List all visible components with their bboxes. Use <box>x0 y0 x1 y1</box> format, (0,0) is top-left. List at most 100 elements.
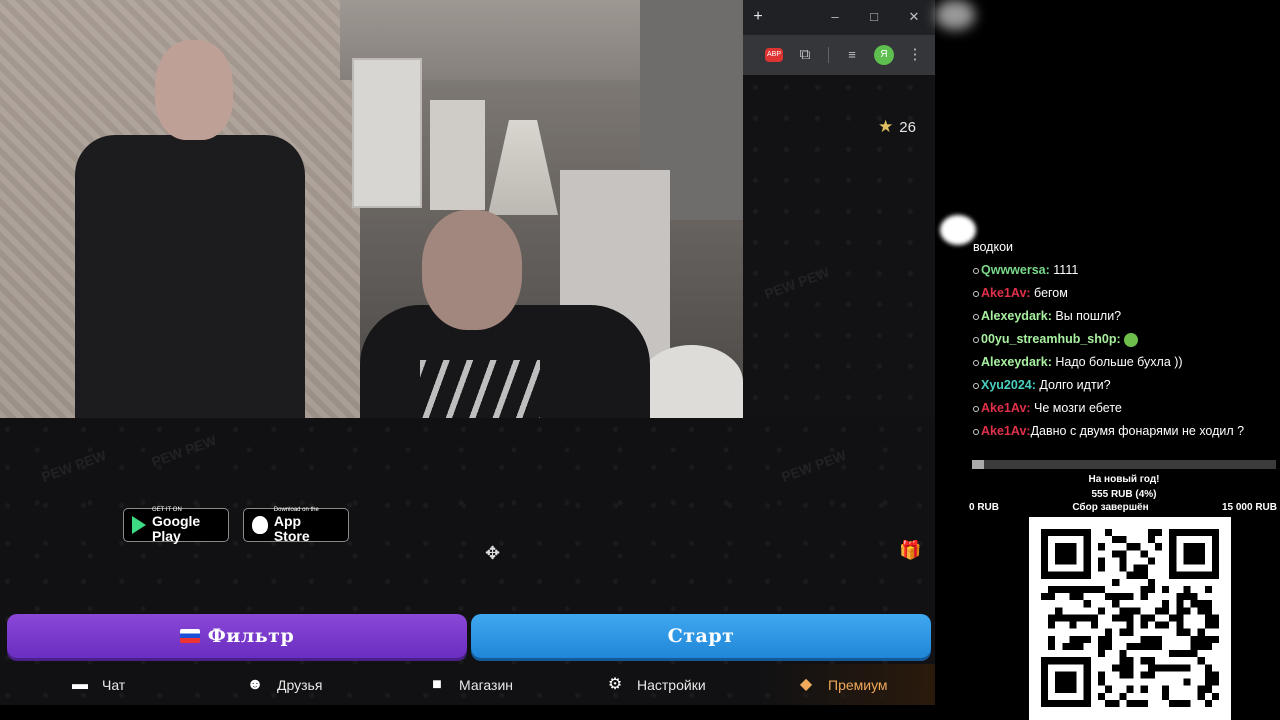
bg-doodle: PEW PEW <box>39 446 109 486</box>
toolbar-divider <box>828 47 829 63</box>
donation-min: 0 RUB <box>969 502 1000 513</box>
nav-label: Чат <box>102 676 126 693</box>
google-play-icon <box>132 516 146 534</box>
shop-bag-icon: ■ <box>432 675 442 693</box>
chat-message: Alexeydark: Надо больше бухла )) <box>973 351 1273 374</box>
nav-label: Премиум <box>828 676 888 693</box>
chat-message: Ake1Av: Че мозги ебете <box>973 397 1273 420</box>
nav-item-settings[interactable]: ⚙ Настройки <box>605 664 706 705</box>
media-control-icon[interactable]: ≡ <box>842 45 862 65</box>
nav-label: Настройки <box>637 676 706 693</box>
minimize-button[interactable]: – <box>825 8 845 26</box>
russia-flag-icon <box>179 629 200 643</box>
person-seated <box>360 210 650 418</box>
chat-text: Че мозги ебете <box>1034 401 1122 415</box>
chat-message: Ake1Av:Давно с двумя фонарями не ходил ? <box>973 420 1273 439</box>
badge-icon <box>973 267 979 274</box>
chat-text: Давно с двумя фонарями не ходил ? <box>1030 424 1245 438</box>
chat-username: Ake1Av: <box>981 424 1031 438</box>
donation-status: Сбор завершён <box>1072 502 1149 513</box>
gear-icon: ⚙ <box>607 675 623 693</box>
badge-icon <box>973 290 979 297</box>
nav-label: Друзья <box>277 676 323 693</box>
chat-text: Вы пошли? <box>1055 309 1122 323</box>
emote-icon <box>1124 332 1139 347</box>
google-play-badge[interactable]: GET IT ON Google Play <box>123 507 229 544</box>
donation-qr-code <box>1029 517 1231 720</box>
adblock-extension-icon[interactable]: ABP <box>765 48 783 62</box>
apple-icon <box>252 516 268 534</box>
kitchen-shelf <box>352 58 422 208</box>
google-play-large-text: Google Play <box>152 512 201 544</box>
donation-progress-fill <box>972 460 985 469</box>
gamepad-icon[interactable]: ✥ <box>485 543 500 564</box>
badge-icon <box>973 428 979 435</box>
chat-message: 00yu_streamhub_sh0p: <box>973 328 1273 351</box>
browser-window: + – □ ✕ ABP ⧉ ≡ Я ⋮ <box>743 0 935 75</box>
bg-doodle: PEW PEW <box>149 431 219 471</box>
chat-message: Xyu2024: Долго идти? <box>973 374 1273 397</box>
new-tab-button[interactable]: + <box>749 8 767 26</box>
score-value: 26 <box>899 118 916 136</box>
chat-overlay: водкои Qwwwersa: 1111 Ake1Av: бегом Alex… <box>973 236 1273 439</box>
nav-label: Магазин <box>459 676 514 693</box>
badge-icon <box>973 336 979 343</box>
maximize-button[interactable]: □ <box>864 8 884 26</box>
browser-menu-icon[interactable]: ⋮ <box>905 45 925 65</box>
light-glare <box>940 215 976 245</box>
donation-amount: 555 RUB (4%) <box>1091 489 1157 500</box>
star-icon: ★ <box>878 117 894 136</box>
tag-icon: ◆ <box>799 675 813 693</box>
nav-item-shop[interactable]: ■ Магазин <box>427 664 513 705</box>
chat-text: водкои <box>973 240 1014 254</box>
table <box>640 345 743 418</box>
chat-message: водкои <box>973 236 1273 259</box>
bg-doodle: PEW PEW <box>779 446 849 486</box>
score-counter: ★ 26 <box>878 117 916 137</box>
donation-progress-bar <box>972 460 1276 469</box>
friends-icon: ☻ <box>246 675 264 693</box>
filter-button[interactable]: Фильтр <box>7 614 467 658</box>
chat-username: Alexeydark: <box>981 309 1052 323</box>
start-button-label: Старт <box>667 625 735 647</box>
browser-toolbar: ABP ⧉ ≡ Я ⋮ <box>743 35 935 75</box>
range-hood <box>488 120 558 215</box>
gift-icon[interactable]: 🎁 <box>899 540 921 561</box>
chat-text: 1111 <box>1053 263 1079 277</box>
donation-title: На новый год! <box>1088 474 1160 485</box>
chat-username: Xyu2024: <box>981 378 1036 392</box>
donation-range: 0 RUB Сбор завершён 15 000 RUB <box>969 502 1277 513</box>
chat-username: Ake1Av: <box>981 401 1031 415</box>
badge-icon <box>973 359 979 366</box>
person-standing <box>75 40 305 418</box>
close-window-button[interactable]: ✕ <box>904 8 924 26</box>
kitchen-cabinet <box>430 100 485 210</box>
chat-text: Долго идти? <box>1039 378 1111 392</box>
chat-message: Ake1Av: бегом <box>973 282 1273 305</box>
badge-icon <box>973 382 979 389</box>
profile-avatar[interactable]: Я <box>874 45 894 65</box>
app-store-badge[interactable]: Download on the App Store <box>243 507 349 544</box>
filter-button-label: Фильтр <box>207 625 295 647</box>
stream-screen: { "browser": { "new_tab": "+", "minimize… <box>0 0 1280 720</box>
nav-item-chat[interactable]: ▬ Чат <box>70 664 125 705</box>
chat-username: 00yu_streamhub_sh0p: <box>981 332 1121 346</box>
bottom-nav: ▬ Чат ☻ Друзья ■ Магазин ⚙ Настройки ◆ П… <box>0 664 935 705</box>
start-button[interactable]: Старт <box>471 614 931 658</box>
chat-username: Qwwwersa: <box>981 263 1050 277</box>
light-glare <box>935 0 975 30</box>
chat-text: бегом <box>1034 286 1068 300</box>
chat-username: Ake1Av: <box>981 286 1031 300</box>
chat-message: Alexeydark: Вы пошли? <box>973 305 1273 328</box>
chat-text: Надо больше бухла )) <box>1055 355 1183 369</box>
extensions-puzzle-icon[interactable]: ⧉ <box>795 45 815 65</box>
nav-item-friends[interactable]: ☻ Друзья <box>245 664 323 705</box>
bg-doodle: PEW PEW <box>762 263 832 303</box>
nav-item-premium[interactable]: ◆ Премиум <box>796 664 888 705</box>
donation-max: 15 000 RUB <box>1221 502 1277 513</box>
tab-bar: + – □ ✕ <box>743 0 935 35</box>
app-store-large-text: App Store <box>273 512 310 544</box>
chat-message: Qwwwersa: 1111 <box>973 259 1273 282</box>
badge-icon <box>973 313 979 320</box>
webcam-video <box>0 0 743 418</box>
